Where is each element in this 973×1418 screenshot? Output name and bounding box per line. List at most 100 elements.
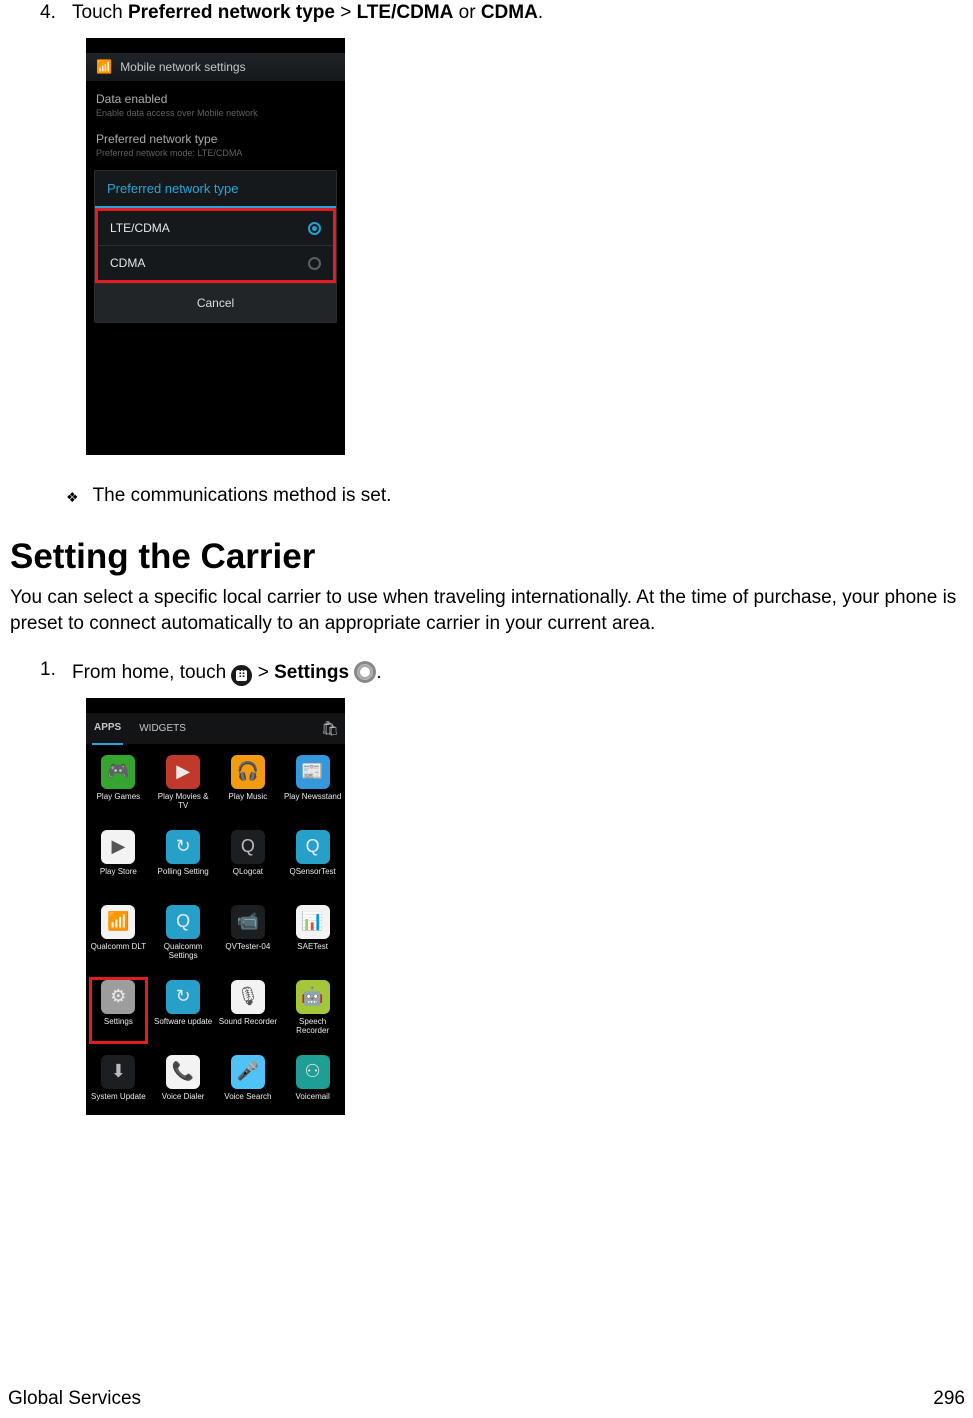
step4-text: Touch Preferred network type > LTE/CDMA … [72, 2, 543, 24]
result-text: The communications method is set. [93, 485, 392, 509]
app-play-music[interactable]: 🎧 Play Music [216, 749, 281, 822]
app-label: Play Newsstand [284, 793, 341, 802]
data-enabled-sub: Enable data access over Mobile network [96, 108, 335, 118]
tab-widgets[interactable]: WIDGETS [137, 723, 188, 734]
app-icon: ▶ [101, 830, 135, 864]
app-icon: 🎮 [101, 755, 135, 789]
app-icon: 🎤 [231, 1055, 265, 1089]
t1: Touch [72, 2, 128, 23]
option-cdma[interactable]: CDMA [98, 246, 333, 280]
app-voicemail[interactable]: ⚇Voicemail [280, 1049, 345, 1115]
s1-end: . [376, 662, 381, 683]
app-icon: ⬇ [101, 1055, 135, 1089]
app-play-movies-tv[interactable]: ▶ Play Movies & TV [151, 749, 216, 822]
app-qlogcat[interactable]: Q QLogcat [216, 824, 281, 897]
app-label: Qualcomm Settings [153, 943, 213, 961]
screenshot-network-type: 📶 Mobile network settings Data enabled E… [86, 38, 345, 455]
step-number: 1. [40, 659, 62, 681]
step1-text: From home, touch > Settings . [72, 656, 382, 684]
app-icon: 📶 [101, 905, 135, 939]
step-number: 4. [40, 2, 62, 24]
app-label: Polling Setting [158, 868, 209, 877]
app-icon: Q [231, 830, 265, 864]
tab-apps[interactable]: APPS [92, 713, 123, 745]
t7: . [538, 2, 543, 23]
tab-row: APPS WIDGETS 🛍 [86, 713, 345, 745]
app-icon: Q [296, 830, 330, 864]
pref-sub: Preferred network mode: LTE/CDMA [96, 148, 335, 158]
app-icon: ↻ [166, 980, 200, 1014]
app-icon: 📞 [166, 1055, 200, 1089]
t4: LTE/CDMA [357, 2, 454, 23]
app-speech-recorder[interactable]: 🤖Speech Recorder [280, 974, 345, 1047]
signal-icon: 📶 [96, 59, 112, 75]
dim-section: Data enabled Enable data access over Mob… [86, 82, 345, 166]
s1-pre: From home, touch [72, 662, 231, 683]
app-voice-dialer[interactable]: 📞 Voice Dialer [151, 1049, 216, 1115]
screenshot-app-drawer: APPS WIDGETS 🛍 🎮 Play Games ▶ Play Movies &… [86, 698, 345, 1115]
app-icon: 📰 [296, 755, 330, 789]
status-bar [86, 38, 345, 53]
app-polling-setting[interactable]: ↻ Polling Setting [151, 824, 216, 897]
t5: or [453, 2, 480, 23]
footer-right: 296 [933, 1388, 965, 1410]
app-label: Software update [154, 1018, 212, 1027]
app-label: Play Movies & TV [153, 793, 213, 811]
app-label: Sound Recorder [219, 1018, 277, 1027]
app-label: QVTester-04 [225, 943, 270, 952]
app-system-update[interactable]: ⬇ System Update [86, 1049, 151, 1115]
apps-icon [231, 665, 252, 686]
radio-unchecked-icon [308, 257, 321, 270]
t6: CDMA [481, 2, 538, 23]
app-play-newsstand[interactable]: 📰 Play Newsstand [280, 749, 345, 822]
pref-title: Preferred network type [96, 132, 335, 146]
app-label: Play Music [229, 793, 268, 802]
app-qualcomm-settings[interactable]: Q Qualcomm Settings [151, 899, 216, 972]
app-voice-search[interactable]: 🎤 Voice Search [216, 1049, 281, 1115]
option-lte-cdma[interactable]: LTE/CDMA [98, 211, 333, 246]
s1-bold: Settings [274, 662, 349, 683]
diamond-bullet-icon: ❖ [66, 485, 79, 509]
app-icon: Q [166, 905, 200, 939]
app-qsensortest[interactable]: Q QSensorTest [280, 824, 345, 897]
app-qvtester-04[interactable]: 📹QVTester-04 [216, 899, 281, 972]
app-qualcomm-dlt[interactable]: 📶 Qualcomm DLT [86, 899, 151, 972]
app-label: System Update [91, 1093, 146, 1102]
app-label: Voice Search [224, 1093, 271, 1102]
network-type-dialog: Preferred network type LTE/CDMA CDMA Can… [94, 170, 337, 323]
app-settings[interactable]: ⚙Settings [86, 974, 151, 1047]
app-play-store[interactable]: ▶Play Store [86, 824, 151, 897]
option-lte-cdma-label: LTE/CDMA [110, 221, 170, 235]
radio-checked-icon [308, 222, 321, 235]
cancel-button[interactable]: Cancel [95, 283, 336, 322]
app-label: QLogcat [233, 868, 263, 877]
app-label: SAETest [297, 943, 328, 952]
app-software-update[interactable]: ↻ Software update [151, 974, 216, 1047]
app-play-games[interactable]: 🎮 Play Games [86, 749, 151, 822]
screen-title: Mobile network settings [120, 60, 245, 74]
app-label: QSensorTest [290, 868, 336, 877]
app-label: Qualcomm DLT [91, 943, 146, 952]
app-icon: 📊 [296, 905, 330, 939]
app-icon: ↻ [166, 830, 200, 864]
app-icon: 🤖 [296, 980, 330, 1014]
highlight-box: LTE/CDMA CDMA [95, 208, 336, 283]
app-icon: ▶ [166, 755, 200, 789]
s1-sep: > [252, 662, 274, 683]
footer-left: Global Services [8, 1388, 141, 1410]
section-paragraph: You can select a specific local carrier … [10, 585, 965, 636]
app-saetest[interactable]: 📊 SAETest [280, 899, 345, 972]
app-label: Settings [104, 1018, 133, 1027]
dialog-title: Preferred network type [95, 171, 336, 208]
status-bar [86, 698, 345, 713]
shop-icon[interactable]: 🛍 [321, 720, 339, 737]
app-label: Play Games [97, 793, 141, 802]
app-label: Voice Dialer [162, 1093, 205, 1102]
app-icon: 🎧 [231, 755, 265, 789]
app-sound-recorder[interactable]: 🎙 Sound Recorder [216, 974, 281, 1047]
gear-icon [354, 661, 376, 683]
t3: > [335, 2, 357, 23]
app-label: Voicemail [296, 1093, 330, 1102]
t2: Preferred network type [128, 2, 335, 23]
app-icon: 🎙 [231, 980, 265, 1014]
